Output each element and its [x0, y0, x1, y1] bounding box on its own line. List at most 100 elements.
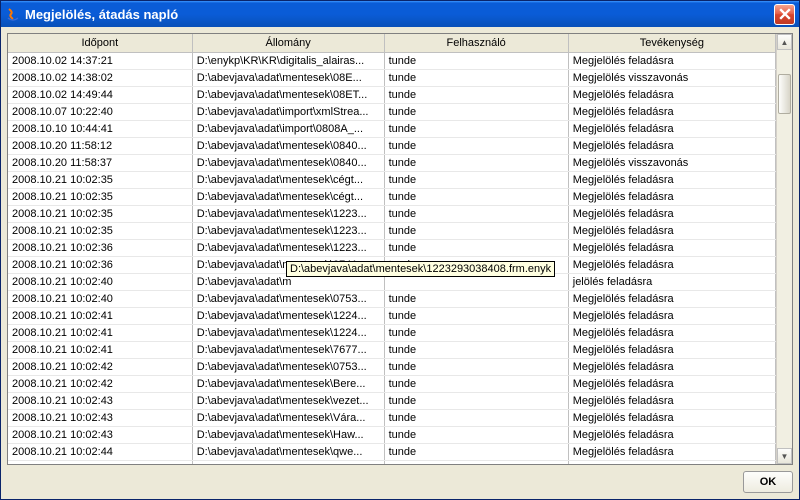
table-row[interactable]: 2008.10.02 14:49:44D:\abevjava\adat\ment… [8, 86, 776, 103]
table-cell-file[interactable]: D:\abevjava\adat\mentesek\0840... [192, 154, 384, 171]
table-cell-action[interactable]: Megjelölés feladásra [568, 222, 775, 239]
table-cell-time[interactable]: 2008.10.21 10:02:36 [8, 256, 192, 273]
table-cell-file[interactable]: D:\abevjava\adat\mentesek\0753... [192, 358, 384, 375]
table-cell-user[interactable]: tunde [384, 324, 568, 341]
table-cell-user[interactable]: tunde [384, 86, 568, 103]
table-cell-user[interactable]: tunde [384, 460, 568, 464]
col-header-action[interactable]: Tevékenység [568, 34, 775, 52]
table-cell-action[interactable]: Megjelölés feladásra [568, 205, 775, 222]
table-cell-action[interactable]: Megjelölés visszavonás [568, 69, 775, 86]
table-cell-time[interactable]: 2008.10.21 10:02:43 [8, 409, 192, 426]
scroll-down-button[interactable]: ▼ [777, 448, 792, 464]
table-row[interactable]: 2008.10.02 14:38:02D:\abevjava\adat\ment… [8, 69, 776, 86]
table-cell-time[interactable]: 2008.10.21 10:02:42 [8, 358, 192, 375]
table-cell-action[interactable]: Megjelölés feladásra [568, 375, 775, 392]
table-cell-file[interactable]: D:\abevjava\adat\mentesek\08ET... [192, 86, 384, 103]
table-cell-user[interactable]: tunde [384, 443, 568, 460]
table-cell-time[interactable]: 2008.10.21 10:02:42 [8, 375, 192, 392]
table-row[interactable]: 2008.10.21 10:02:40D:\abevjava\adat\ment… [8, 290, 776, 307]
table-cell-action[interactable]: Megjelölés feladásra [568, 409, 775, 426]
table-cell-time[interactable]: 2008.10.21 10:02:43 [8, 426, 192, 443]
table-cell-action[interactable]: jelölés feladásra [568, 273, 775, 290]
vertical-scrollbar[interactable]: ▲ ▼ [776, 34, 792, 464]
table-row[interactable]: 2008.10.10 10:44:41D:\abevjava\adat\impo… [8, 120, 776, 137]
table-cell-action[interactable]: Megjelölés feladásra [568, 290, 775, 307]
table-row[interactable]: 2008.10.21 10:02:36D:\abevjava\adat\ment… [8, 239, 776, 256]
table-cell-time[interactable]: 2008.10.21 10:02:40 [8, 273, 192, 290]
table-row[interactable]: 2008.10.21 10:02:43D:\abevjava\adat\ment… [8, 409, 776, 426]
table-cell-file[interactable]: D:\abevjava\adat\mentesek\qwe... [192, 443, 384, 460]
table-cell-file[interactable]: D:\abevjava\adat\mentesek\7677... [192, 341, 384, 358]
table-cell-action[interactable]: Megjelölés feladásra [568, 137, 775, 154]
table-cell-time[interactable]: 2008.10.21 10:02:41 [8, 324, 192, 341]
table-row[interactable]: 2008.10.20 11:58:12D:\abevjava\adat\ment… [8, 137, 776, 154]
table-cell-action[interactable]: Megjelölés feladásra [568, 443, 775, 460]
table-cell-action[interactable]: Megjelölés feladásra [568, 392, 775, 409]
table-row[interactable]: 2008.10.20 11:58:37D:\abevjava\adat\ment… [8, 154, 776, 171]
ok-button[interactable]: OK [743, 471, 793, 493]
table-cell-user[interactable]: tunde [384, 239, 568, 256]
table-cell-user[interactable]: tunde [384, 171, 568, 188]
table-cell-time[interactable]: 2008.10.21 10:02:35 [8, 171, 192, 188]
table-cell-user[interactable]: tunde [384, 426, 568, 443]
table-cell-action[interactable]: Megjelölés feladásra [568, 341, 775, 358]
close-button[interactable] [774, 4, 795, 25]
table-cell-user[interactable]: tunde [384, 188, 568, 205]
table-cell-file[interactable]: D:\abevjava\adat\mentesek\08E... [192, 69, 384, 86]
table-cell-time[interactable]: 2008.10.21 10:02:44 [8, 460, 192, 464]
table-cell-time[interactable]: 2008.10.10 10:44:41 [8, 120, 192, 137]
table-cell-time[interactable]: 2008.10.20 11:58:12 [8, 137, 192, 154]
table-cell-file[interactable]: D:\enykp\KR\KR\digitalis_alairas... [192, 52, 384, 69]
table-cell-file[interactable]: D:\abevjava\adat\mentesek\1223... [192, 222, 384, 239]
col-header-file[interactable]: Állomány [192, 34, 384, 52]
table-cell-time[interactable]: 2008.10.21 10:02:35 [8, 205, 192, 222]
table-cell-user[interactable]: tunde [384, 409, 568, 426]
table-cell-time[interactable]: 2008.10.02 14:38:02 [8, 69, 192, 86]
table-row[interactable]: 2008.10.21 10:02:42D:\abevjava\adat\ment… [8, 375, 776, 392]
table-cell-file[interactable]: D:\abevjava\adat\mentesek\0753... [192, 290, 384, 307]
table-cell-user[interactable]: tunde [384, 392, 568, 409]
scrollbar-thumb[interactable] [778, 74, 791, 114]
table-cell-file[interactable]: D:\abevjava\adat\mentesek\1224... [192, 307, 384, 324]
table-cell-time[interactable]: 2008.10.21 10:02:36 [8, 239, 192, 256]
table-cell-time[interactable]: 2008.10.21 10:02:35 [8, 222, 192, 239]
table-cell-time[interactable]: 2008.10.21 10:02:41 [8, 307, 192, 324]
table-cell-file[interactable]: D:\abevjava\adat\mentesek\Haw... [192, 426, 384, 443]
table-row[interactable]: 2008.10.21 10:02:42D:\abevjava\adat\ment… [8, 358, 776, 375]
table-row[interactable]: 2008.10.21 10:02:44D:\abevjava\adat\ment… [8, 460, 776, 464]
table-cell-time[interactable]: 2008.10.21 10:02:44 [8, 443, 192, 460]
table-cell-time[interactable]: 2008.10.21 10:02:43 [8, 392, 192, 409]
table-cell-action[interactable]: Megjelölés feladásra [568, 52, 775, 69]
table-cell-time[interactable]: 2008.10.02 14:49:44 [8, 86, 192, 103]
table-cell-file[interactable]: D:\abevjava\adat\mentesek\Taká... [192, 460, 384, 464]
table-cell-time[interactable]: 2008.10.21 10:02:41 [8, 341, 192, 358]
table-row[interactable]: 2008.10.21 10:02:41D:\abevjava\adat\ment… [8, 307, 776, 324]
table-cell-time[interactable]: 2008.10.20 11:58:37 [8, 154, 192, 171]
table-row[interactable]: 2008.10.21 10:02:44D:\abevjava\adat\ment… [8, 443, 776, 460]
table-cell-file[interactable]: D:\abevjava\adat\mentesek\Vára... [192, 409, 384, 426]
table-cell-action[interactable]: Megjelölés feladásra [568, 86, 775, 103]
table-cell-time[interactable]: 2008.10.21 10:02:35 [8, 188, 192, 205]
table-cell-action[interactable]: Megjelölés feladásra [568, 239, 775, 256]
table-cell-user[interactable]: tunde [384, 69, 568, 86]
table-cell-file[interactable]: D:\abevjava\adat\mentesek\cégt... [192, 171, 384, 188]
titlebar[interactable]: Megjelölés, átadás napló [1, 1, 799, 27]
table-row[interactable]: 2008.10.02 14:37:21D:\enykp\KR\KR\digita… [8, 52, 776, 69]
table-cell-action[interactable]: Megjelölés feladásra [568, 256, 775, 273]
table-cell-action[interactable]: Megjelölés feladásra [568, 358, 775, 375]
table-cell-file[interactable]: D:\abevjava\adat\mentesek\1224... [192, 324, 384, 341]
table-cell-action[interactable]: Megjelölés feladásra [568, 324, 775, 341]
table-cell-user[interactable]: tunde [384, 375, 568, 392]
table-row[interactable]: 2008.10.21 10:02:35D:\abevjava\adat\ment… [8, 222, 776, 239]
table-cell-file[interactable]: D:\abevjava\adat\mentesek\cégt... [192, 188, 384, 205]
table-cell-user[interactable]: tunde [384, 52, 568, 69]
table-cell-user[interactable]: tunde [384, 358, 568, 375]
col-header-user[interactable]: Felhasználó [384, 34, 568, 52]
table-cell-user[interactable]: tunde [384, 120, 568, 137]
table-cell-file[interactable]: D:\abevjava\adat\mentesek\1223... [192, 239, 384, 256]
table-row[interactable]: 2008.10.21 10:02:41D:\abevjava\adat\ment… [8, 341, 776, 358]
table-cell-file[interactable]: D:\abevjava\adat\mentesek\Bere... [192, 375, 384, 392]
table-cell-user[interactable]: tunde [384, 103, 568, 120]
table-cell-action[interactable]: Megjelölés feladásra [568, 307, 775, 324]
table-cell-user[interactable]: tunde [384, 307, 568, 324]
